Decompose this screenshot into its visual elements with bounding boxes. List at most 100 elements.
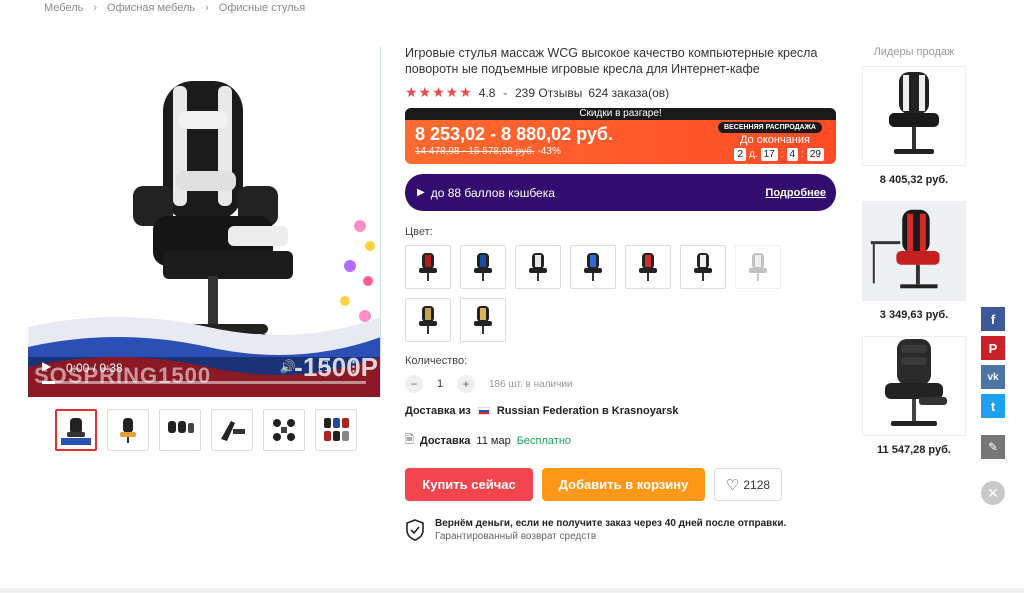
current-price: 8 253,02 - 8 880,02 руб. bbox=[415, 124, 614, 144]
bestseller-price: 3 349,63 руб. bbox=[879, 309, 949, 321]
facebook-icon[interactable]: f bbox=[981, 307, 1005, 331]
product-info: Игровые стулья массаж WCG высокое качест… bbox=[405, 45, 836, 543]
color-option[interactable] bbox=[460, 298, 506, 342]
wishlist-button[interactable]: ♡ 2128 bbox=[714, 468, 782, 501]
bestseller-item[interactable]: 11 547,28 руб. bbox=[862, 336, 966, 456]
thumbnail-image[interactable] bbox=[107, 409, 149, 451]
shipping-location[interactable]: Russian Federation в Krasnoyarsk bbox=[497, 405, 679, 417]
color-option-unavailable[interactable] bbox=[735, 245, 781, 289]
delivery-info: 🗎 Доставка 11 мар Бесплатно bbox=[405, 431, 835, 450]
rating-row: ★★★★★ 4.8 ⌄ 239 Отзывы 624 заказа(ов) bbox=[405, 84, 835, 101]
quantity-stepper: − 1 + 186 шт. в наличии bbox=[405, 375, 835, 393]
color-options bbox=[405, 245, 805, 342]
image-thumbnails bbox=[55, 409, 357, 451]
countdown-label: До окончания bbox=[739, 134, 810, 146]
decrease-quantity-button[interactable]: − bbox=[405, 375, 423, 393]
play-triangle-icon: ▶ bbox=[417, 187, 425, 198]
quantity-label: Количество: bbox=[405, 355, 468, 367]
bestseller-image[interactable] bbox=[862, 201, 966, 301]
social-share-bar: f P vk t bbox=[981, 307, 1005, 418]
breadcrumb-item-furniture[interactable]: Мебель bbox=[44, 2, 83, 14]
vk-icon[interactable]: vk bbox=[981, 365, 1005, 389]
breadcrumb-item-office-furniture[interactable]: Офисная мебель bbox=[107, 2, 195, 14]
timer-hours: 17 bbox=[760, 148, 778, 161]
color-option[interactable] bbox=[405, 298, 451, 342]
timer-minutes: 4 bbox=[786, 148, 799, 161]
old-price-value: 14 478,98 - 15 578,98 руб. bbox=[415, 146, 535, 157]
bestseller-price: 8 405,32 руб. bbox=[879, 174, 949, 186]
video-timecode: 0:00 / 0:38 bbox=[66, 361, 123, 375]
chevron-right-icon: › bbox=[93, 2, 98, 14]
star-rating-icon: ★★★★★ bbox=[405, 84, 473, 100]
delivery-label: Доставка bbox=[419, 434, 471, 447]
product-video[interactable]: SOSPRING1500 -1500Р ▶ 0:00 / 0:38 🔊 ⛶ ⋮ bbox=[28, 46, 381, 397]
pinterest-icon[interactable]: P bbox=[981, 336, 1005, 360]
more-options-icon[interactable]: ⋮ bbox=[347, 359, 360, 375]
timer-seconds: 29 bbox=[806, 148, 824, 161]
cashback-text: до 88 баллов кэшбека bbox=[430, 185, 555, 200]
chevron-right-icon: › bbox=[205, 2, 209, 14]
guarantee-text: Вернём деньги, если не получите заказ че… bbox=[435, 517, 786, 543]
money-back-guarantee: Вернём деньги, если не получите заказ че… bbox=[405, 517, 835, 543]
bestseller-item[interactable]: 8 405,32 руб. bbox=[862, 66, 966, 186]
color-option[interactable] bbox=[680, 245, 726, 289]
timer-days-label: д. bbox=[749, 149, 758, 160]
volume-icon[interactable]: 🔊 bbox=[280, 359, 296, 375]
thumbnail-image[interactable] bbox=[211, 409, 253, 451]
wishlist-count: 2128 bbox=[743, 477, 771, 492]
color-option[interactable] bbox=[570, 245, 616, 289]
delivery-date: 11 мар bbox=[476, 434, 511, 447]
thumbnail-image[interactable] bbox=[315, 409, 357, 451]
play-icon[interactable]: ▶ bbox=[42, 359, 51, 373]
footer-divider bbox=[0, 588, 1024, 593]
color-option[interactable] bbox=[625, 245, 671, 289]
sale-banner-title: Скидки в разгаре! bbox=[405, 108, 836, 120]
pencil-icon[interactable]: ✎ bbox=[981, 435, 1005, 459]
color-label: Цвет: bbox=[405, 226, 433, 238]
shipping-prefix: Доставка из bbox=[405, 405, 471, 417]
action-buttons: Купить сейчас Добавить в корзину ♡ 2128 bbox=[405, 468, 835, 501]
thumbnail-image[interactable] bbox=[263, 409, 305, 451]
breadcrumb-item-office-chairs[interactable]: Офисные стулья bbox=[219, 2, 305, 14]
twitter-icon[interactable]: t bbox=[981, 394, 1005, 418]
increase-quantity-button[interactable]: + bbox=[457, 375, 475, 393]
delivery-icon: 🗎 bbox=[405, 434, 414, 446]
reviews-link[interactable]: 239 Отзывы bbox=[515, 86, 582, 100]
video-progress-bar[interactable] bbox=[42, 381, 366, 384]
add-to-cart-button[interactable]: Добавить в корзину bbox=[542, 468, 705, 501]
guarantee-subtitle: Гарантированный возврат средств bbox=[435, 531, 597, 542]
color-option[interactable] bbox=[515, 245, 561, 289]
timer-separator: : bbox=[780, 149, 784, 160]
color-option[interactable] bbox=[460, 245, 506, 289]
video-controls: ▶ 0:00 / 0:38 🔊 ⛶ ⋮ bbox=[28, 357, 380, 397]
heart-icon: ♡ bbox=[725, 476, 740, 494]
delivery-cost: Бесплатно bbox=[516, 434, 572, 447]
bestseller-image[interactable] bbox=[862, 336, 966, 436]
russia-flag-icon bbox=[477, 407, 490, 415]
buy-now-button[interactable]: Купить сейчас bbox=[405, 468, 533, 501]
bestsellers-title: Лидеры продаж bbox=[873, 46, 955, 58]
old-price: 14 478,98 - 15 578,98 руб. -43% bbox=[415, 146, 561, 157]
rating-value[interactable]: 4.8 bbox=[479, 86, 496, 100]
breadcrumb: Мебель › Офисная мебель › Офисные стулья bbox=[44, 2, 305, 14]
chevron-down-icon[interactable]: ⌄ bbox=[501, 87, 509, 98]
cashback-more-link[interactable]: Подробнее bbox=[765, 187, 826, 199]
thumbnail-video[interactable] bbox=[55, 409, 97, 451]
stock-count: 186 шт. в наличии bbox=[489, 378, 573, 390]
close-icon[interactable]: ✕ bbox=[981, 481, 1005, 505]
color-option[interactable] bbox=[405, 245, 451, 289]
shipping-origin: Доставка из Russian Federation в Krasnoy… bbox=[405, 405, 835, 417]
shield-check-icon bbox=[406, 519, 424, 541]
quantity-value[interactable]: 1 bbox=[433, 378, 447, 390]
bestseller-item[interactable]: 3 349,63 руб. bbox=[862, 201, 966, 321]
sale-event-badge: ВЕСЕННЯЯ РАСПРОДАЖА bbox=[718, 122, 822, 133]
product-page: Мебель › Офисная мебель › Офисные стулья bbox=[0, 0, 1024, 593]
countdown-timer: 2 д. 17 : 4 : 29 bbox=[734, 148, 824, 161]
fullscreen-icon[interactable]: ⛶ bbox=[319, 359, 328, 375]
thumbnail-image[interactable] bbox=[159, 409, 201, 451]
bestseller-image[interactable] bbox=[862, 66, 966, 166]
cashback-banner[interactable]: ▶ до 88 баллов кэшбека Подробнее bbox=[405, 174, 836, 211]
bestsellers-sidebar: Лидеры продаж 8 405,32 руб. 3 349,63 руб… bbox=[862, 46, 966, 456]
timer-separator: : bbox=[801, 149, 804, 160]
bestseller-price: 11 547,28 руб. bbox=[877, 444, 951, 456]
